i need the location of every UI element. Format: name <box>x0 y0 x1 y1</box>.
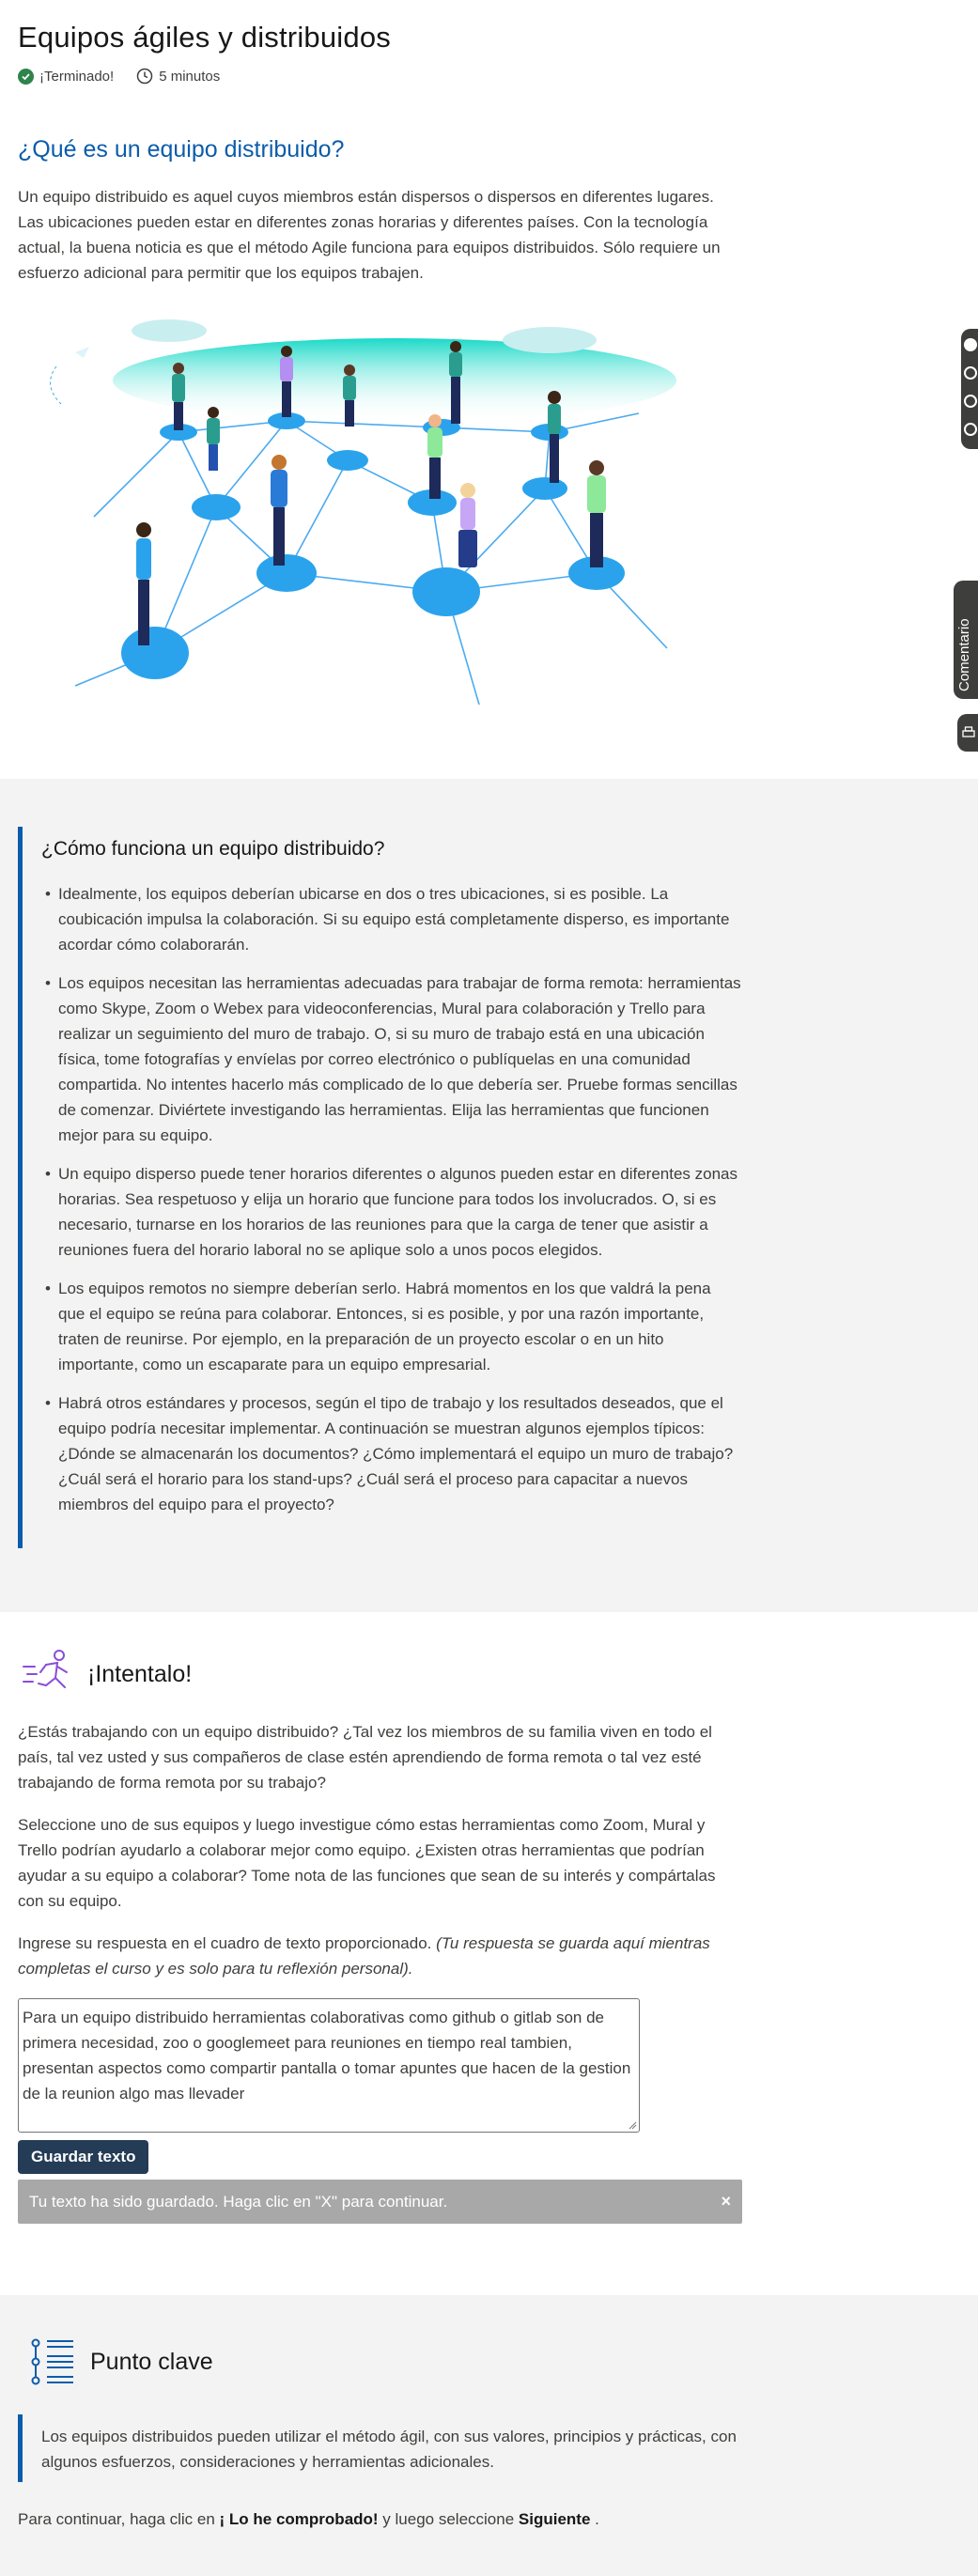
try-it-heading: ¡Intentalo! <box>87 1660 193 1687</box>
list-item: Idealmente, los equipos deberían ubicars… <box>41 881 741 957</box>
clock-icon <box>136 68 153 85</box>
try-it-p3-plain: Ingrese su respuesta en el cuadro de tex… <box>18 1934 437 1952</box>
print-tab[interactable] <box>957 714 978 752</box>
intro-paragraph: Un equipo distribuido es aquel cuyos mie… <box>18 188 721 282</box>
try-it-section: ¡Intentalo! ¿Estás trabajando con un equ… <box>18 1646 742 2224</box>
toast-close-button[interactable]: × <box>721 2192 731 2211</box>
comment-tab[interactable]: Comentario <box>954 581 978 699</box>
key-point-callout: Los equipos distribuidos pueden utilizar… <box>18 2414 741 2482</box>
try-it-p2: Seleccione uno de sus equipos y luego in… <box>18 1816 716 1910</box>
content-top: Equipos ágiles y distribuidos ¡Terminado… <box>0 0 978 778</box>
how-list: Idealmente, los equipos deberían ubicars… <box>41 881 741 1517</box>
saved-toast: Tu texto ha sido guardado. Haga clic en … <box>18 2180 742 2224</box>
comment-tab-label: Comentario <box>956 618 972 691</box>
list-item: Los equipos necesitan las herramientas a… <box>41 970 741 1148</box>
list-item: Habrá otros estándares y procesos, según… <box>41 1390 741 1517</box>
key-point-heading: Punto clave <box>90 2348 213 2375</box>
progress-dot[interactable] <box>964 338 977 351</box>
list-item: Un equipo disperso puede tener horarios … <box>41 1161 741 1263</box>
list-item: Los equipos remotos no siempre deberían … <box>41 1276 741 1377</box>
check-circle-icon <box>18 68 34 85</box>
footer-middle: y luego seleccione <box>378 2510 519 2528</box>
resize-grip-icon[interactable] <box>628 2120 637 2130</box>
continue-instructions: Para continuar, haga clic en ¡ Lo he com… <box>18 2510 599 2529</box>
duration: 5 minutos <box>136 68 220 85</box>
how-callout: ¿Cómo funciona un equipo distribuido? Id… <box>18 827 741 1548</box>
print-icon <box>962 726 975 737</box>
progress-tab[interactable] <box>961 329 978 449</box>
footer-suffix: . <box>590 2510 599 2528</box>
page-title: Equipos ágiles y distribuidos <box>18 21 391 54</box>
status-text: ¡Terminado! <box>39 68 115 85</box>
footer-action-checked: ¡ Lo he comprobado! <box>219 2510 379 2528</box>
footer-action-next: Siguiente <box>518 2510 591 2528</box>
progress-dot[interactable] <box>964 366 977 380</box>
try-it-p1: ¿Estás trabajando con un equipo distribu… <box>18 1723 712 1792</box>
try-it-header: ¡Intentalo! <box>18 1646 741 1702</box>
footer-prefix: Para continuar, haga clic en <box>18 2510 220 2528</box>
progress-dot[interactable] <box>964 395 977 408</box>
key-point-header: Punto clave <box>28 2335 213 2388</box>
distributed-team-illustration <box>50 319 676 706</box>
save-text-button[interactable]: Guardar texto <box>18 2140 149 2174</box>
answer-textarea[interactable]: Para un equipo distribuido herramientas … <box>18 1998 640 2133</box>
list-timeline-icon <box>31 2338 73 2385</box>
progress-dot[interactable] <box>964 423 977 436</box>
unit-meta: ¡Terminado! 5 minutos <box>18 68 960 85</box>
running-person-icon <box>23 1650 68 1688</box>
intro-heading: ¿Qué es un equipo distribuido? <box>18 136 345 163</box>
duration-text: 5 minutos <box>159 68 221 85</box>
answer-text: Para un equipo distribuido herramientas … <box>23 2009 631 2103</box>
how-heading: ¿Cómo funciona un equipo distribuido? <box>41 838 385 860</box>
toast-message: Tu texto ha sido guardado. Haga clic en … <box>29 2192 448 2211</box>
status-badge: ¡Terminado! <box>18 68 115 85</box>
try-it-p3: Ingrese su respuesta en el cuadro de tex… <box>18 1931 741 1981</box>
